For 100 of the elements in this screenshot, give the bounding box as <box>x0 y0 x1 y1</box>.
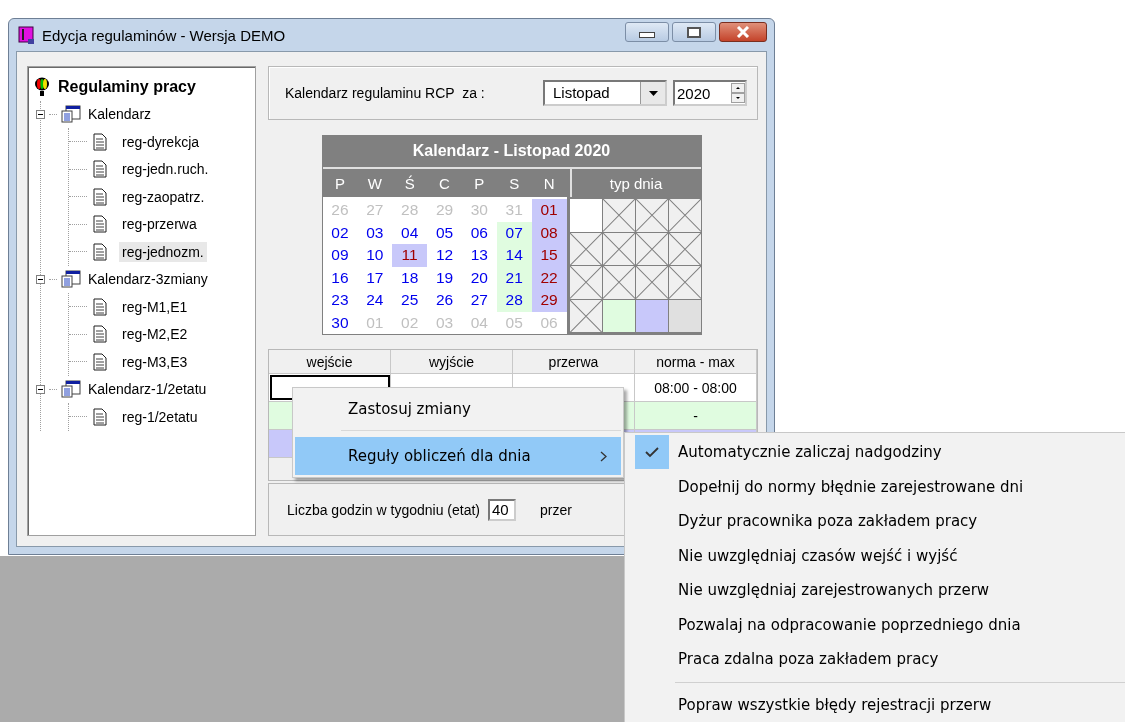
crossed-cell-icon[interactable] <box>635 232 668 265</box>
calendar-day[interactable]: 20 <box>461 266 497 289</box>
document-icon <box>93 132 107 151</box>
crossed-cell-icon[interactable] <box>668 232 701 265</box>
tree-group-item[interactable]: Kalendarz <box>85 105 155 124</box>
calendar-day[interactable]: 06 <box>461 221 497 244</box>
tree-item[interactable]: reg-M2,E2 <box>119 324 191 345</box>
crossed-cell-icon[interactable] <box>602 266 635 299</box>
crossed-cell-icon[interactable] <box>602 232 635 265</box>
calendar-day[interactable]: 17 <box>357 266 393 289</box>
tree-item[interactable]: reg-dyrekcja <box>119 131 203 152</box>
tree-group-item[interactable]: Kalendarz-3zmiany <box>85 270 211 289</box>
collapse-toggle[interactable] <box>36 274 45 284</box>
focused-cell[interactable] <box>269 374 391 401</box>
crossed-cell-icon[interactable] <box>668 266 701 299</box>
weekday-header: N <box>542 174 556 192</box>
menu-item[interactable]: Reguły obliczeń dla dnia <box>295 437 621 475</box>
document-icon <box>93 407 107 426</box>
menu-item[interactable]: Dyżur pracownika poza zakładem pracy <box>625 504 1125 539</box>
calendar-day[interactable]: 28 <box>496 289 532 312</box>
calendar-icon <box>61 270 81 289</box>
day-type-swatch[interactable] <box>668 299 701 332</box>
document-icon <box>93 160 107 179</box>
calendar-day[interactable]: 10 <box>357 244 393 267</box>
menu-item[interactable]: Zastosuj zmiany <box>295 390 621 428</box>
dropdown-arrow-icon <box>648 90 658 96</box>
year-spinbox[interactable]: 2020 <box>673 80 747 106</box>
calendar-title: Kalendarz - Listopad 2020 <box>411 141 612 161</box>
menu-item[interactable]: Automatycznie zaliczaj nadgodziny <box>625 435 1125 470</box>
weekday-header: W <box>366 174 383 192</box>
day-type-cell[interactable] <box>569 199 602 232</box>
crossed-cell-icon[interactable] <box>635 266 668 299</box>
menu-item[interactable]: Nie uwzględniaj czasów wejść i wyjść <box>625 538 1125 573</box>
document-icon <box>93 325 107 344</box>
crossed-cell-icon[interactable] <box>635 199 668 232</box>
calendar-day[interactable]: 30 <box>322 311 358 334</box>
day-type-swatch[interactable] <box>635 299 668 332</box>
calendar-day[interactable]: 04 <box>392 221 428 244</box>
calendar-day[interactable]: 13 <box>461 244 497 267</box>
weekday-header: Ś <box>403 174 416 192</box>
tree-item[interactable]: reg-jedn.ruch. <box>119 159 212 180</box>
minimize-button[interactable] <box>625 22 669 42</box>
weekday-header: P <box>333 174 346 192</box>
calendar-day[interactable]: 15 <box>531 244 567 267</box>
calendar-day[interactable]: 21 <box>496 266 532 289</box>
calendar-day[interactable]: 16 <box>322 266 358 289</box>
table-cell[interactable]: - <box>635 402 757 429</box>
spin-up-icon[interactable] <box>731 83 745 93</box>
tree-item[interactable]: reg-M3,E3 <box>119 351 191 372</box>
weekly-hours-field[interactable]: 40 <box>488 498 516 521</box>
collapse-toggle[interactable] <box>36 109 45 119</box>
calendar-day[interactable]: 03 <box>357 221 393 244</box>
calendar-day[interactable]: 18 <box>392 266 428 289</box>
tree-group-item[interactable]: Kalendarz-1/2etatu <box>85 380 210 399</box>
tree-item[interactable]: reg-M1,E1 <box>119 296 191 317</box>
book-icon <box>16 25 36 45</box>
calendar-day[interactable]: 07 <box>496 221 532 244</box>
tree-root-label[interactable]: Regulaminy pracy <box>58 77 196 96</box>
calendar-day[interactable]: 11 <box>392 244 428 267</box>
month-dropdown[interactable]: Listopad <box>543 80 667 106</box>
tree-item[interactable]: reg-zaopatrz. <box>119 186 208 207</box>
close-button[interactable] <box>719 22 767 42</box>
calendar-day[interactable]: 05 <box>427 221 462 244</box>
menu-item[interactable]: Dopełnij do normy błędnie zarejestrowane dni <box>625 469 1125 504</box>
calendar-day[interactable]: 19 <box>427 266 462 289</box>
calendar-day[interactable]: 27 <box>461 289 497 312</box>
collapse-toggle[interactable] <box>36 384 45 394</box>
menu-item[interactable]: Praca zdalna poza zakładem pracy <box>625 642 1125 677</box>
document-icon <box>93 242 107 261</box>
calendar-day[interactable]: 09 <box>322 244 358 267</box>
crossed-cell-icon[interactable] <box>668 199 701 232</box>
calendar-day[interactable]: 23 <box>322 289 358 312</box>
menu-item[interactable]: Popraw wszystkie błędy rejestracji przerw <box>625 687 1125 722</box>
calendar-day[interactable]: 02 <box>322 221 358 244</box>
window-title: Edycja regulaminów - Wersja DEMO <box>42 26 286 44</box>
day-type-swatch[interactable] <box>602 299 635 332</box>
document-icon <box>93 352 107 371</box>
tree-item[interactable]: reg-jednozm. <box>119 241 207 262</box>
menu-item[interactable]: Pozwalaj na odpracowanie poprzedniego dnia <box>625 607 1125 642</box>
calendar-day[interactable]: 24 <box>357 289 393 312</box>
calendar-icon <box>61 380 81 399</box>
document-icon <box>93 215 107 234</box>
calendar-day[interactable]: 26 <box>427 289 462 312</box>
maximize-icon <box>687 26 701 38</box>
crossed-cell-icon[interactable] <box>602 199 635 232</box>
calendar-day[interactable]: 25 <box>392 289 428 312</box>
menu-item[interactable]: Nie uwzględniaj zarejestrowanych przerw <box>625 573 1125 608</box>
tree-item[interactable]: reg-przerwa <box>119 214 200 235</box>
crossed-cell-icon[interactable] <box>569 232 602 265</box>
crossed-cell-icon[interactable] <box>569 266 602 299</box>
calendar-day[interactable]: 01 <box>531 199 567 222</box>
tree-item[interactable]: reg-1/2etatu <box>119 406 201 427</box>
spin-down-icon[interactable] <box>731 93 745 103</box>
maximize-button[interactable] <box>672 22 716 42</box>
table-cell[interactable]: 08:00 - 08:00 <box>635 374 757 401</box>
calendar-day[interactable]: 29 <box>531 289 567 312</box>
weekly-hours-label: Liczba godzin w tygodniu (etat) <box>287 501 480 518</box>
calendar-day[interactable]: 12 <box>427 244 462 267</box>
calendar-day[interactable]: 14 <box>496 244 532 267</box>
crossed-cell-icon[interactable] <box>569 299 602 332</box>
